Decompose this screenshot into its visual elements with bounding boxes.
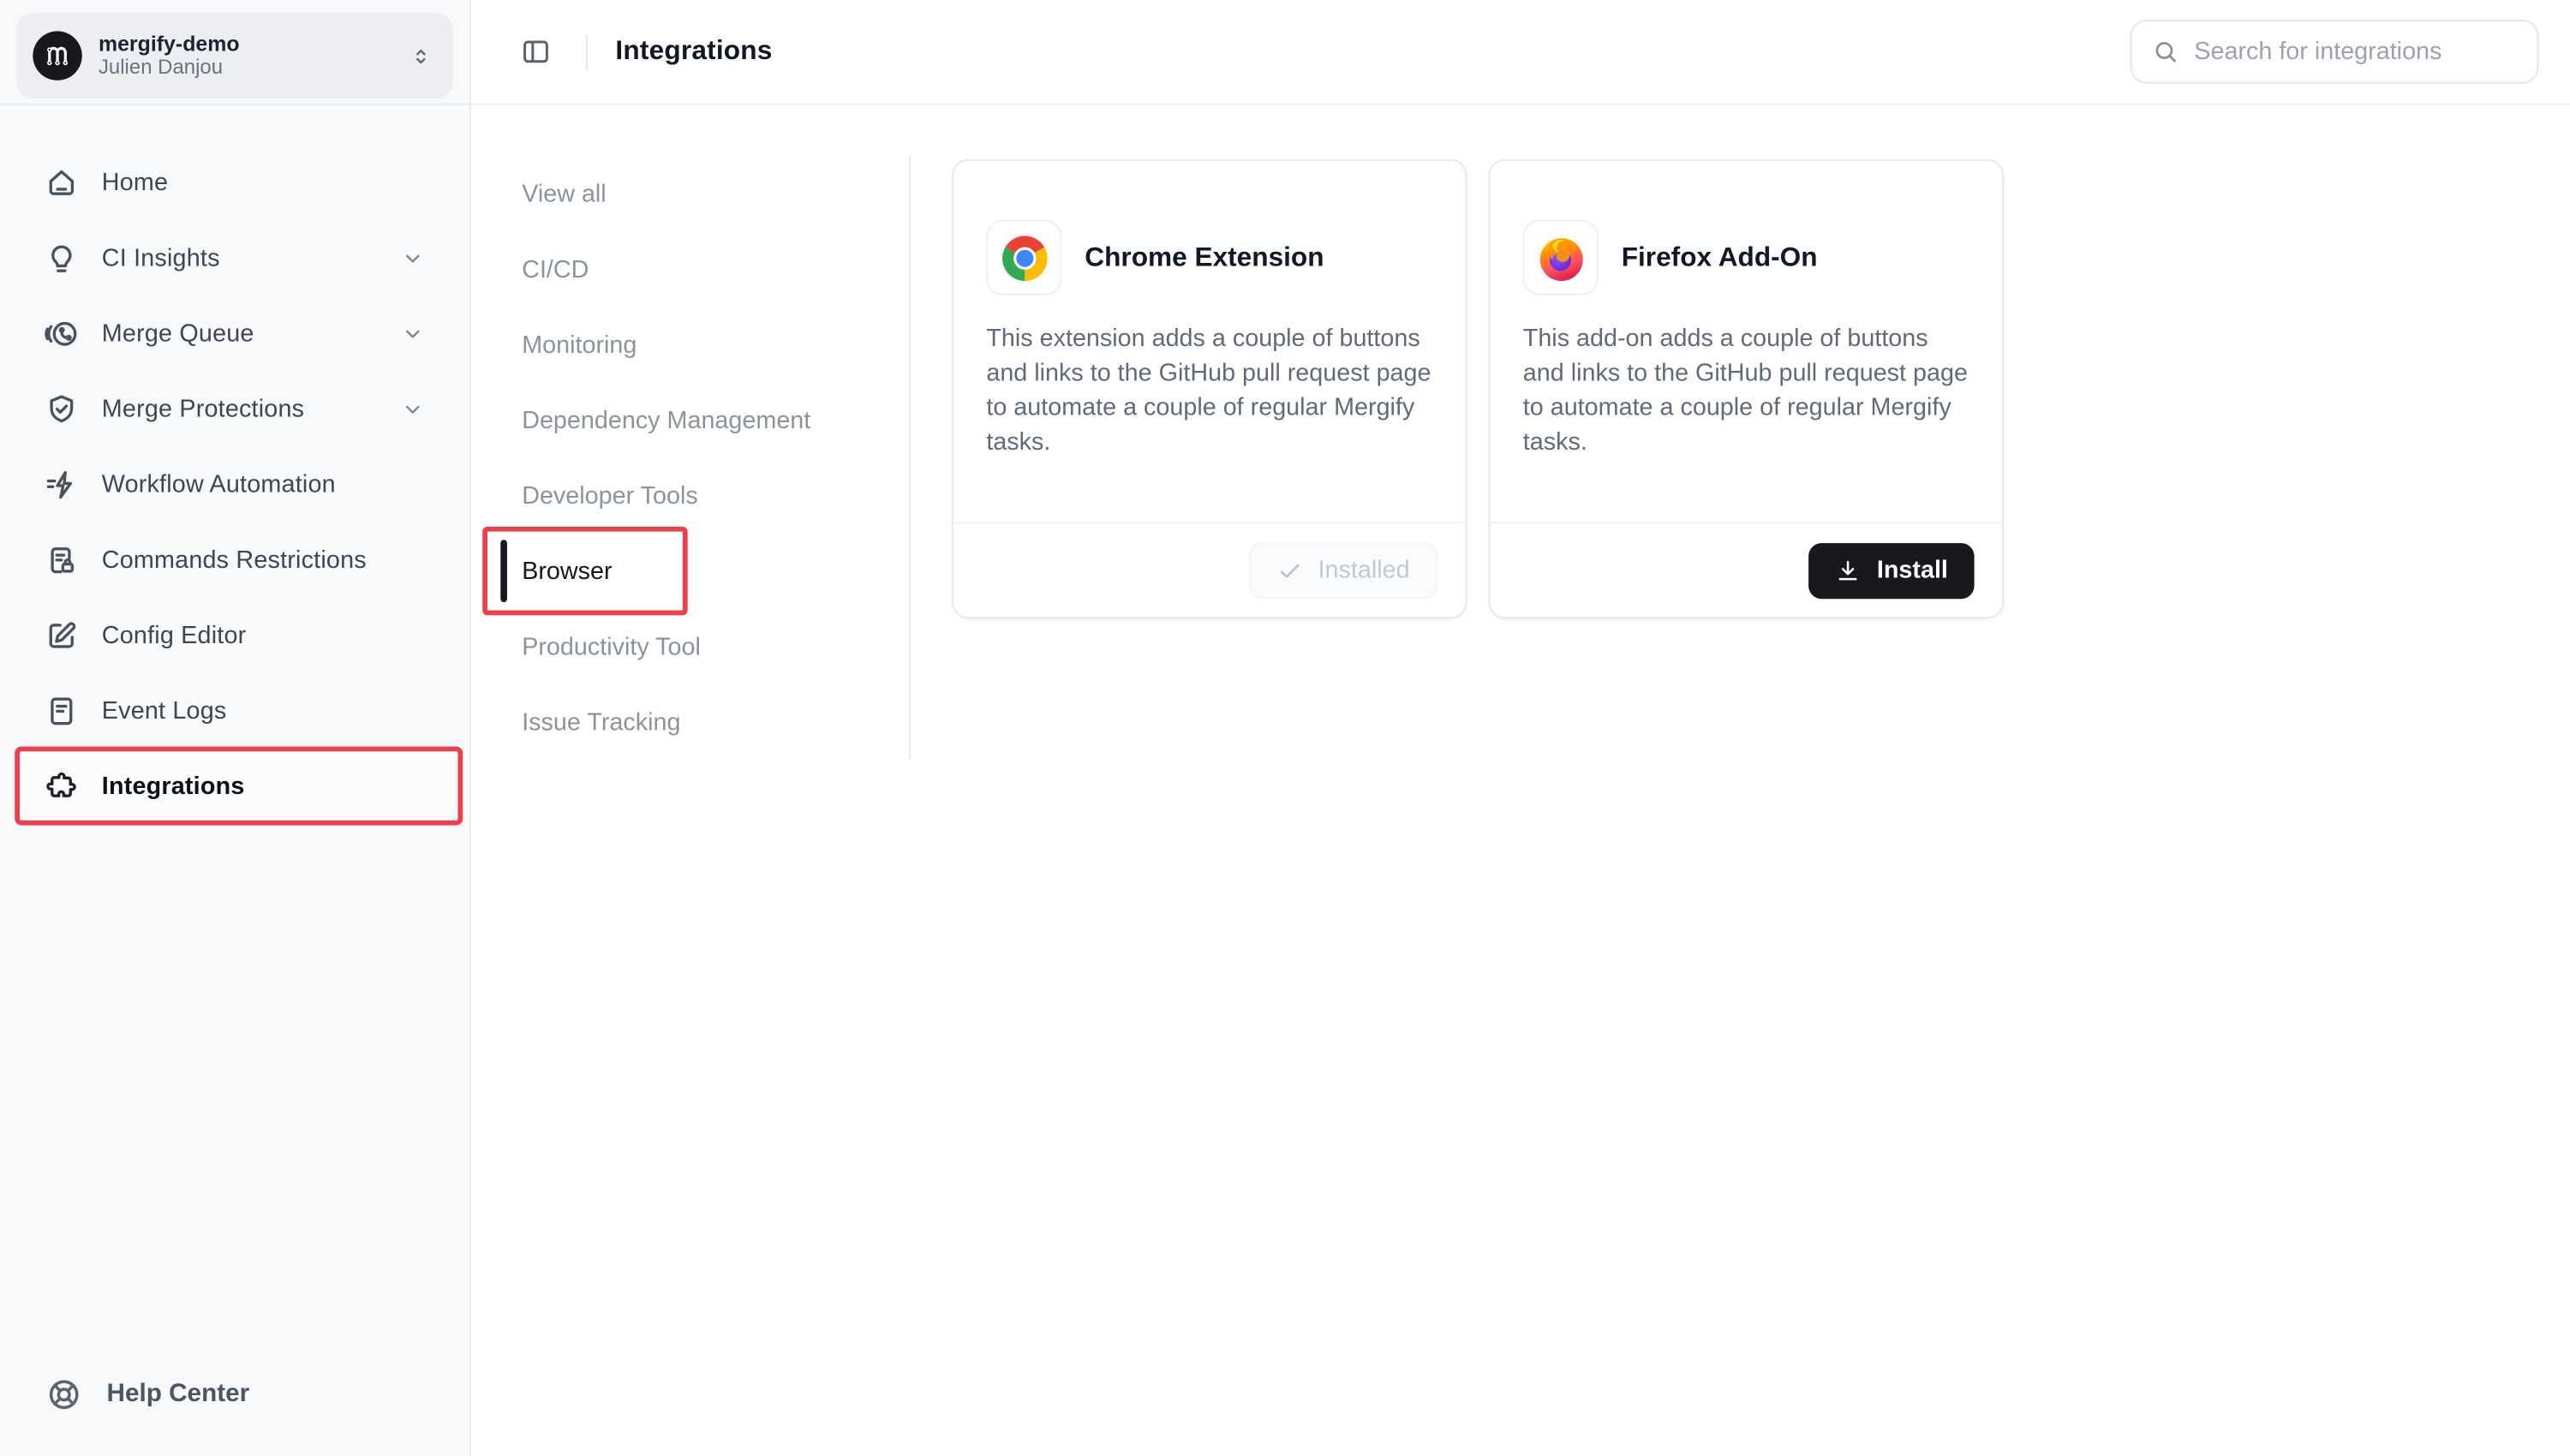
card-body: Firefox Add-On This add-on adds a couple… [1490,161,2002,522]
account-org-name: mergify-demo [99,31,409,56]
card-header: Firefox Add-On [1523,220,1969,295]
sidebar-item-merge-protections[interactable]: Merge Protections [0,371,469,446]
category-ci-cd[interactable]: CI/CD [471,231,909,307]
integrations-content: View all CI/CD Monitoring Dependency Man… [471,105,2570,1456]
card-title: Firefox Add-On [1622,242,1818,273]
card-body: Chrome Extension This extension adds a c… [953,161,1466,522]
search-icon [2151,38,2179,66]
sidebar-item-label: Integrations [102,772,245,800]
firefox-logo-icon [1533,230,1587,284]
card-header: Chrome Extension [986,220,1432,295]
lightbulb-icon [45,241,79,275]
chevron-down-icon [400,321,425,346]
sidebar-item-config-editor[interactable]: Config Editor [0,597,469,672]
account-switcher[interactable]: mergify-demo Julien Danjou [16,13,453,98]
sidebar-item-home[interactable]: Home [0,145,469,220]
sidebar-toggle-button[interactable] [512,29,559,75]
shield-check-icon [45,391,79,426]
home-icon [45,165,79,200]
category-productivity-tool[interactable]: Productivity Tool [471,609,909,684]
chevron-down-icon [400,245,425,270]
sidebar-panel-icon [519,36,550,67]
sidebar-item-integrations[interactable]: Integrations [0,749,469,824]
account-texts: mergify-demo Julien Danjou [99,31,409,80]
sidebar-item-ci-insights[interactable]: CI Insights [0,220,469,295]
sidebar-item-label: Home [102,168,168,196]
category-dependency-management[interactable]: Dependency Management [471,382,909,457]
sidebar: mergify-demo Julien Danjou Home CI Insig… [0,0,471,1456]
search-box [2131,20,2539,84]
header-divider [586,33,588,69]
search-input[interactable] [2194,38,2517,66]
card-footer: Install [1490,522,2002,617]
installed-button-label: Installed [1318,556,1410,584]
install-button-label: Install [1877,556,1948,584]
card-title: Chrome Extension [1085,242,1324,273]
sidebar-item-label: Event Logs [102,696,227,725]
edit-icon [45,618,79,652]
document-lock-icon [45,542,79,576]
bolt-icon [45,467,79,501]
category-view-all[interactable]: View all [471,156,909,231]
sidebar-item-commands-restrictions[interactable]: Commands Restrictions [0,522,469,597]
card-description: This extension adds a couple of buttons … [986,321,1432,459]
top-bar: Integrations [471,0,2570,105]
chrome-extension-card: Chrome Extension This extension adds a c… [952,159,1467,618]
document-lines-icon [45,693,79,727]
category-list: View all CI/CD Monitoring Dependency Man… [471,156,911,760]
sidebar-item-label: CI Insights [102,243,220,272]
sidebar-item-event-logs[interactable]: Event Logs [0,672,469,748]
category-issue-tracking[interactable]: Issue Tracking [471,684,909,760]
chrome-logo-icon [997,230,1051,284]
sidebar-item-label: Workflow Automation [102,470,336,498]
mergify-logo-avatar [33,31,81,80]
install-button[interactable]: Install [1808,542,1974,598]
sidebar-item-merge-queue[interactable]: Merge Queue [0,295,469,371]
chrome-logo-tile [986,220,1061,295]
category-monitoring[interactable]: Monitoring [471,307,909,382]
card-description: This add-on adds a couple of buttons and… [1523,321,1969,459]
lifebuoy-icon [46,1376,82,1412]
main-area: Integrations View all CI/CD Monitoring D… [471,0,2570,1456]
sidebar-nav: Home CI Insights Merge Queue Merge Prote… [0,105,469,824]
check-icon [1277,557,1304,583]
download-icon [1834,557,1861,583]
app-window: mergify-demo Julien Danjou Home CI Insig… [0,0,2570,1456]
queue-icon [45,316,79,350]
chevron-down-icon [400,397,425,421]
sidebar-item-label: Config Editor [102,621,247,649]
puzzle-icon [45,769,79,803]
sidebar-item-label: Commands Restrictions [102,546,367,574]
category-developer-tools[interactable]: Developer Tools [471,457,909,533]
firefox-addon-card: Firefox Add-On This add-on adds a couple… [1489,159,2005,618]
card-footer: Installed [953,522,1466,617]
account-user-name: Julien Danjou [99,56,409,81]
help-center-link[interactable]: Help Center [46,1376,250,1412]
category-browser[interactable]: Browser [471,534,909,609]
sidebar-item-workflow-automation[interactable]: Workflow Automation [0,446,469,522]
sidebar-item-label: Merge Protections [102,395,304,423]
firefox-logo-tile [1523,220,1599,295]
sidebar-item-label: Merge Queue [102,319,254,348]
help-center-label: Help Center [107,1380,250,1409]
installed-button[interactable]: Installed [1249,542,1437,598]
integration-cards: Chrome Extension This extension adds a c… [952,159,2004,618]
chevron-up-down-icon [409,44,433,69]
account-section: mergify-demo Julien Danjou [0,0,469,105]
page-title: Integrations [615,36,772,67]
